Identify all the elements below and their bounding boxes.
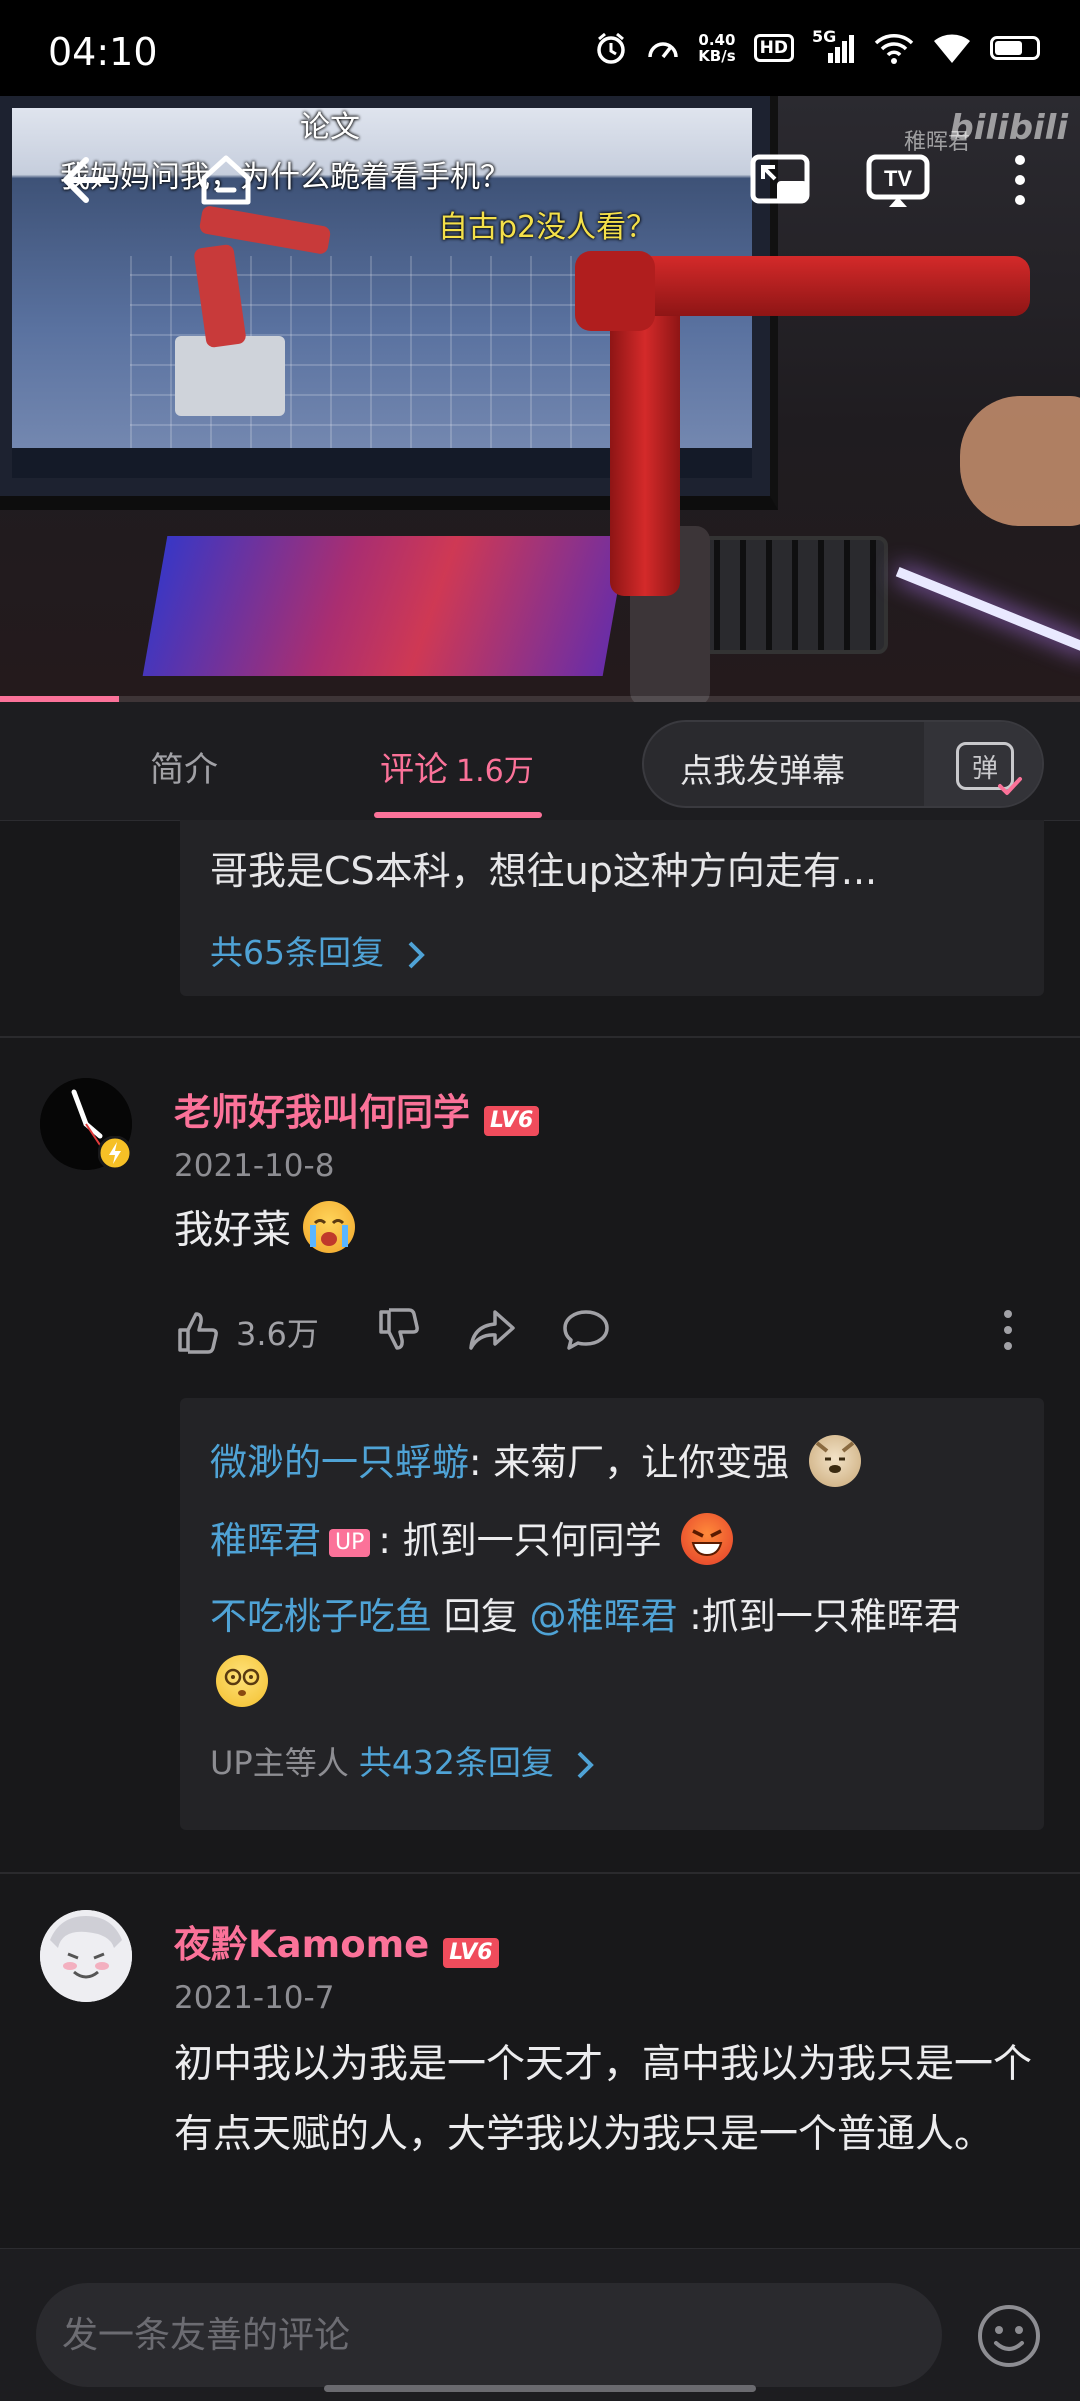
cellular-signal-icon: 5G: [812, 27, 856, 65]
comments-count: 1.6万: [456, 754, 534, 789]
danmaku-comment: 自古p2没人看？: [438, 210, 657, 245]
video-frame-rgb-light: [142, 536, 628, 676]
tab-bar: 简介 评论 1.6万 点我发弹幕 弹: [0, 702, 1080, 821]
status-icons: 0.40 KB/s HD 5G: [594, 27, 1040, 68]
comment-date: 2021-10-8: [174, 1148, 335, 1184]
send-danmaku-button[interactable]: 点我发弹幕: [680, 744, 845, 792]
more-options-button[interactable]: [984, 144, 1056, 216]
danmaku-toggle-icon: 弹: [956, 742, 1022, 795]
comment-composer-bar: [0, 2248, 1080, 2401]
danmaku-toggle-button[interactable]: 弹: [924, 722, 1042, 806]
bilibili-watermark-logo: bilibili: [949, 108, 1068, 148]
hd-badge: HD: [753, 34, 794, 62]
reply-button[interactable]: [561, 1306, 611, 1358]
alarm-icon: [597, 32, 625, 64]
danmaku-comment: 我妈妈问我，为什么跪着看手机？: [60, 160, 510, 195]
reply-text: :抓到一只稚晖君: [677, 1595, 961, 1638]
comment-actions: 3.6万: [174, 1306, 611, 1358]
chevron-right-icon: [408, 941, 425, 968]
like-button[interactable]: 3.6万: [174, 1308, 319, 1356]
emoji-button[interactable]: [976, 2303, 1042, 2369]
emoji-smile-icon: [978, 2305, 1040, 2367]
reply-snippet: 哥我是CS本科，想往up这种方向走有...: [210, 849, 878, 893]
thumbs-down-icon: [379, 1308, 419, 1350]
like-count: 3.6万: [236, 1315, 319, 1353]
reply-item[interactable]: 不吃桃子吃鱼 回复 @稚晖君 :抓到一只稚晖君: [210, 1584, 1010, 1716]
avatar[interactable]: [40, 1910, 132, 2002]
level-badge: LV6: [484, 1105, 540, 1136]
reply-summary-prefix: UP主等人: [210, 1744, 359, 1782]
send-danmaku-bar[interactable]: 点我发弹幕 弹: [642, 720, 1044, 808]
username[interactable]: 夜黔Kamome: [174, 1923, 429, 1966]
tab-comments-label: 评论: [380, 750, 448, 790]
home-indicator: [324, 2385, 756, 2392]
home-icon: [201, 155, 251, 205]
back-arrow-icon: [63, 157, 109, 203]
reply-text: : 来菊厂，让你变强: [469, 1441, 790, 1484]
comment-text: 初中我以为我是一个天才，高中我以为我只是一个有点天赋的人，大学我以为我只是一个普…: [174, 2042, 1033, 2157]
comment-item: 夜黔Kamome LV6 2021-10-7 初中我以为我是一个天才，高中我以为我…: [0, 1874, 1080, 2248]
reply-author[interactable]: 微渺的一只蜉蝣: [210, 1441, 469, 1484]
home-button[interactable]: [190, 144, 262, 216]
more-vertical-icon: [1015, 155, 1025, 205]
thumbs-up-icon: [178, 1312, 218, 1354]
doge-emoji-icon: [809, 1434, 861, 1487]
reply-label: 回复: [432, 1595, 530, 1638]
comment-feed[interactable]: 哥我是CS本科，想往up这种方向走有... 共65条回复 老师好我叫何同学 LV6…: [0, 820, 1080, 2248]
share-button[interactable]: [467, 1306, 517, 1358]
reply-author[interactable]: 不吃桃子吃鱼: [210, 1595, 432, 1638]
wifi-icon: [934, 34, 970, 63]
battery-icon: [990, 36, 1040, 60]
comment-date: 2021-10-7: [174, 1980, 335, 2016]
comment-input[interactable]: [36, 2283, 942, 2387]
danmaku-comment: 论文: [300, 110, 360, 145]
reply-author[interactable]: 稚晖君: [210, 1519, 321, 1562]
pip-icon: [750, 154, 810, 204]
status-bar: 04:10 0.40 KB/s HD 5G: [0, 0, 1080, 96]
crying-emoji-icon: [303, 1200, 356, 1253]
status-time: 04:10: [48, 30, 158, 74]
view-replies-link[interactable]: 共65条回复: [210, 926, 427, 974]
reply-item[interactable]: 稚晖君 UP: 抓到一只何同学: [210, 1510, 734, 1569]
back-button[interactable]: [48, 144, 120, 216]
tab-comments[interactable]: 评论 1.6万: [380, 742, 534, 791]
speedometer-icon: [648, 42, 678, 59]
reply-text: : 抓到一只何同学: [378, 1519, 662, 1562]
wifi-arrows-icon: [874, 34, 914, 64]
reply-item[interactable]: 微渺的一只蜉蝣: 来菊厂，让你变强: [210, 1432, 861, 1491]
reply-preview-box[interactable]: 哥我是CS本科，想往up这种方向走有... 共65条回复: [180, 820, 1044, 996]
comment-more-button[interactable]: [1002, 1308, 1014, 1356]
net-speed: 0.40 KB/s: [698, 31, 736, 65]
video-player[interactable]: 稚晖君 bilibili 论文 我妈妈问我，为什么跪着看手机？ 自古p2没人看？…: [0, 96, 1080, 702]
chat-bubble-icon: [563, 1310, 609, 1350]
share-icon: [469, 1310, 515, 1350]
comment-header: 老师好我叫何同学 LV6: [174, 1082, 540, 1136]
comment-item: 老师好我叫何同学 LV6 2021-10-8 我好菜 3.6万 微渺的一只蜉蝣:…: [0, 1038, 1080, 1830]
up-badge: UP: [329, 1528, 371, 1557]
view-replies-link[interactable]: UP主等人 共432条回复: [210, 1736, 596, 1784]
video-frame-keypad: [690, 536, 888, 654]
active-tab-indicator: [374, 812, 542, 818]
more-vertical-icon: [1004, 1310, 1012, 1350]
level-badge: LV6: [443, 1937, 499, 1968]
angry-laugh-emoji-icon: [681, 1512, 734, 1565]
tv-cast-button[interactable]: TV: [862, 144, 934, 216]
dizzy-emoji-icon: [216, 1654, 268, 1707]
picture-in-picture-button[interactable]: [744, 144, 816, 216]
reply-count: 共432条回复: [358, 1743, 554, 1782]
tab-intro[interactable]: 简介: [150, 742, 218, 791]
tv-cast-icon: TV: [866, 154, 930, 207]
username[interactable]: 老师好我叫何同学: [174, 1091, 470, 1134]
comment-text: 我好菜: [174, 1196, 356, 1266]
comment-header: 夜黔Kamome LV6: [174, 1914, 499, 1968]
verified-lightning-icon: [98, 1136, 132, 1170]
mention-link[interactable]: @稚晖君: [530, 1595, 678, 1638]
chevron-right-icon: [577, 1751, 594, 1779]
battery-fill: [995, 41, 1023, 55]
replies-box[interactable]: 微渺的一只蜉蝣: 来菊厂，让你变强 稚晖君 UP: 抓到一只何同学 不吃桃子吃鱼 …: [180, 1398, 1044, 1830]
video-frame-hand: [960, 396, 1080, 526]
dislike-button[interactable]: [375, 1306, 423, 1358]
svg-text:TV: TV: [884, 166, 912, 191]
